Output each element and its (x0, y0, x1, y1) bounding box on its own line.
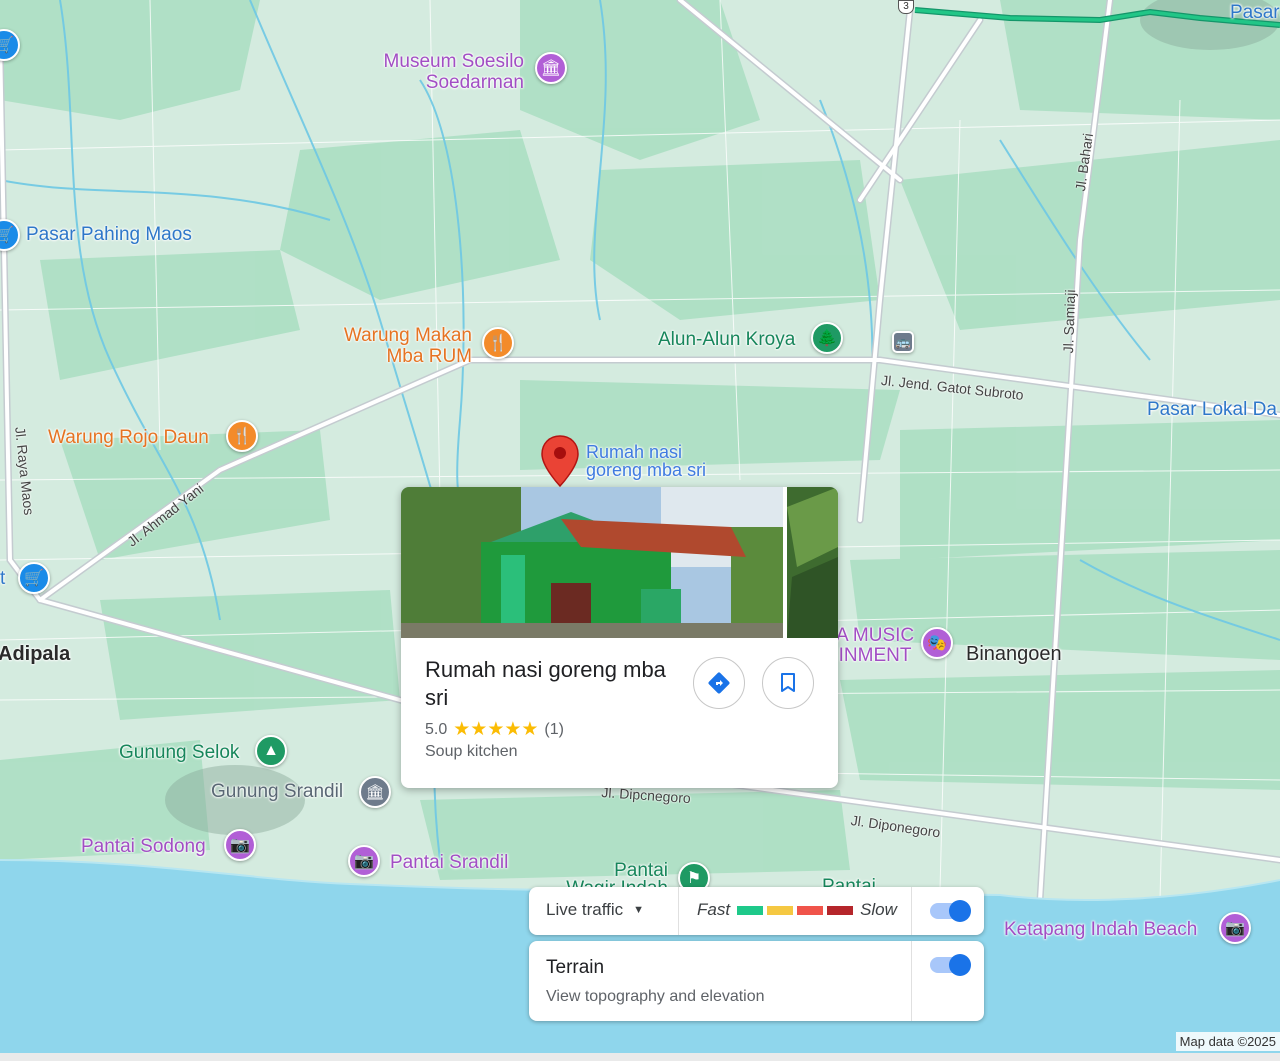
park-icon[interactable]: 🌲 (811, 322, 843, 354)
rating-value: 5.0 (425, 720, 448, 738)
live-traffic-label: Live traffic (546, 900, 624, 919)
music-venue-label[interactable]: A MUSIC INMENT (836, 626, 914, 666)
music-label-line2: INMENT (838, 645, 912, 666)
terrain-subtitle: View topography and elevation (546, 988, 765, 1005)
toggle-knob (949, 954, 971, 976)
divider (678, 887, 679, 935)
live-traffic-panel: Live traffic ▼ Fast Slow (529, 887, 984, 935)
place-title: Rumah nasi goreng mba sri (425, 657, 666, 710)
pasar-top-label[interactable]: Pasar (1230, 2, 1280, 23)
museum-icon[interactable]: 🏛 (535, 52, 567, 84)
mountain-icon[interactable]: ▲ (255, 735, 287, 767)
place-photo-2[interactable] (787, 487, 838, 638)
terrain-toggle[interactable] (930, 954, 971, 976)
pantai-sodong-label[interactable]: Pantai Sodong (81, 836, 206, 857)
divider (911, 887, 912, 935)
alun-alun-label[interactable]: Alun-Alun Kroya (658, 329, 795, 350)
traffic-legend: Fast Slow (697, 900, 897, 920)
road-samiaji: Jl. Samiaji (1060, 289, 1079, 354)
bookmark-icon (781, 673, 795, 692)
warung-makan-line1: Warung Makan (343, 325, 472, 346)
route-shield: 3 (898, 0, 914, 14)
traffic-slow-label: Slow (860, 900, 897, 919)
terrain-panel: Terrain View topography and elevation (529, 941, 984, 1021)
place-info-card[interactable]: Rumah nasi goreng mba sri 5.0 ★★★★★ (1) … (401, 487, 838, 788)
bus-stop-icon[interactable]: 🚌 (892, 331, 914, 353)
bottom-bar (0, 1053, 1280, 1061)
save-button[interactable] (762, 657, 814, 709)
camera-icon-3[interactable]: 📷 (1219, 912, 1251, 944)
traffic-color-heavy (827, 905, 854, 915)
music-label-line1: A MUSIC (836, 625, 915, 646)
live-traffic-dropdown[interactable]: Live traffic ▼ (546, 900, 644, 920)
warung-makan-line2: Mba RUM (386, 346, 472, 367)
terrain-title: Terrain (546, 957, 605, 978)
map-attribution[interactable]: Map data ©2025 (1175, 1032, 1280, 1051)
pantai-wagir-label[interactable]: Pantai Wagir Indah (560, 862, 668, 888)
divider (911, 941, 912, 1021)
dropdown-arrow-icon: ▼ (633, 904, 645, 916)
camera-icon[interactable]: 📷 (224, 829, 256, 861)
selected-place-line2: goreng mba sri (586, 460, 707, 480)
traffic-toggle[interactable] (930, 900, 971, 922)
rating-stars-icon: ★★★★★ (453, 719, 539, 740)
directions-button[interactable] (693, 657, 745, 709)
museum-label-line2: Soedarman (425, 72, 524, 93)
restaurant-icon-2[interactable]: 🍴 (226, 420, 258, 452)
restaurant-icon[interactable]: 🍴 (482, 327, 514, 359)
landmark-icon[interactable]: 🏛 (359, 776, 391, 808)
gunung-selok-label[interactable]: Gunung Selok (119, 742, 239, 763)
warung-rojo-label[interactable]: Warung Rojo Daun (48, 427, 209, 448)
pasar-pahing-label[interactable]: Pasar Pahing Maos (26, 224, 192, 245)
toggle-knob (949, 900, 971, 922)
shopping-cart-icon-2[interactable]: 🛒 (18, 562, 50, 594)
traffic-color-slow (797, 905, 824, 915)
pantai-srandil-label[interactable]: Pantai Srandil (390, 852, 508, 873)
selected-place-label[interactable]: Rumah nasi goreng mba sri (586, 443, 706, 479)
gunung-srandil-label[interactable]: Gunung Srandil (211, 781, 343, 802)
binangoen-label: Binangoen (966, 643, 1062, 665)
selected-location-pin-icon[interactable] (540, 434, 580, 488)
traffic-color-moderate (767, 905, 794, 915)
traffic-color-fast (737, 905, 764, 915)
pasar-lokal-label[interactable]: Pasar Lokal Da (1147, 399, 1277, 420)
adipala-label: Adipala (0, 643, 71, 665)
review-count[interactable]: (1) (544, 721, 564, 739)
place-rating: 5.0 ★★★★★ (1) (425, 718, 564, 741)
ketapang-label[interactable]: Ketapang Indah Beach (1004, 919, 1197, 940)
place-category: Soup kitchen (425, 743, 518, 760)
selected-place-line1: Rumah nasi (586, 442, 683, 462)
camera-icon-2[interactable]: 📷 (348, 845, 380, 877)
museum-label[interactable]: Museum Soesilo Soedarman (372, 51, 524, 93)
left-edge-label[interactable]: t (0, 568, 5, 589)
theater-icon[interactable]: 🎭 (921, 627, 953, 659)
museum-label-line1: Museum Soesilo (383, 51, 524, 72)
place-photo[interactable] (401, 487, 783, 638)
traffic-fast-label: Fast (697, 900, 731, 919)
directions-icon (708, 672, 730, 694)
warung-makan-label[interactable]: Warung Makan Mba RUM (330, 325, 472, 367)
